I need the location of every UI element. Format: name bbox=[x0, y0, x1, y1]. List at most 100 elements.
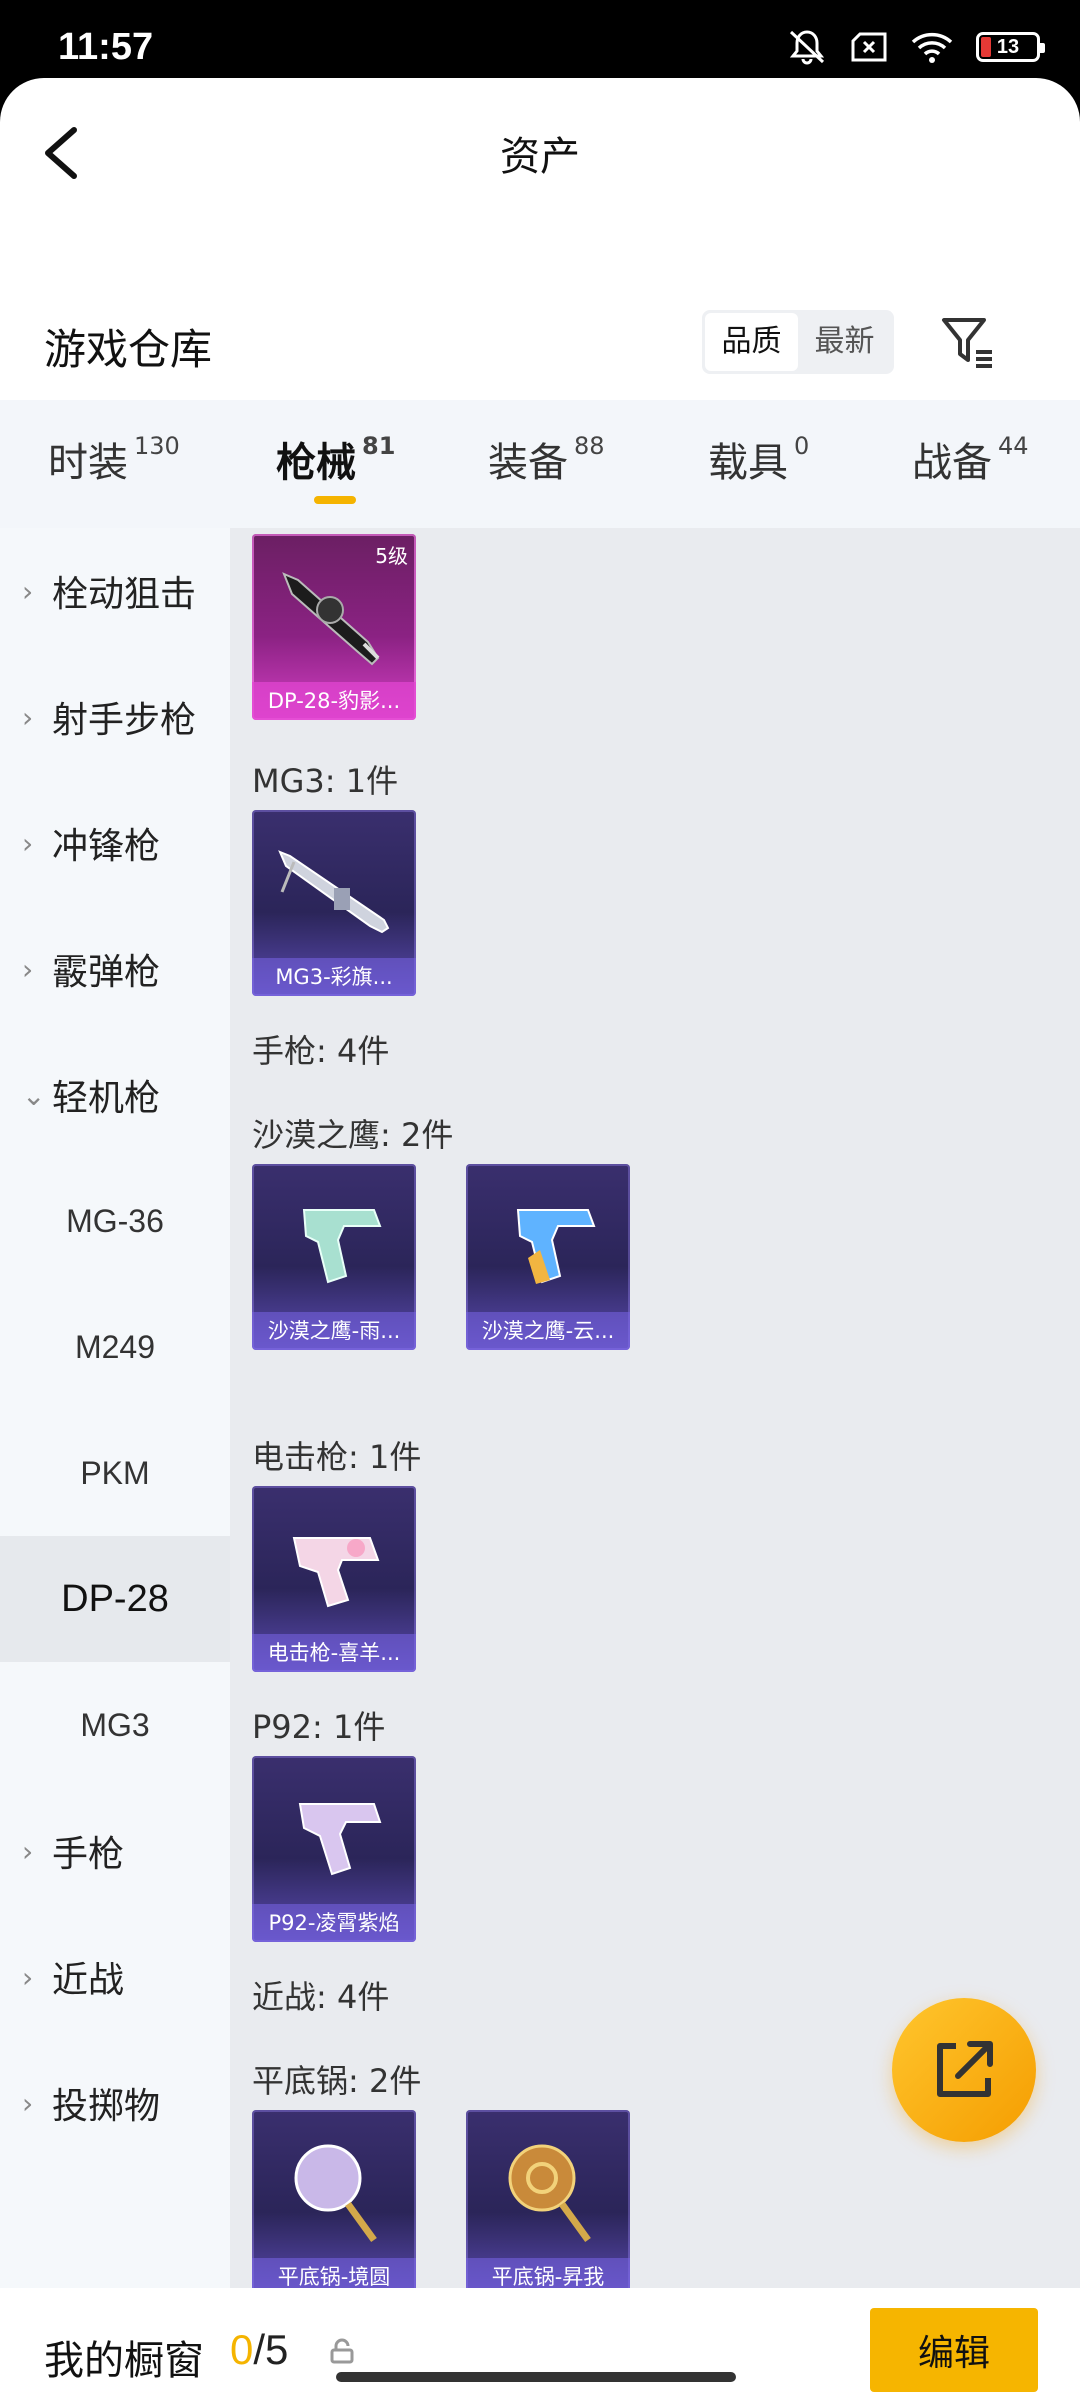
sidebar-item-shotgun[interactable]: › 霰弹枪 bbox=[0, 906, 230, 1032]
showcase-bar: 我的橱窗 0/5 编辑 bbox=[0, 2288, 1080, 2400]
chevron-right-icon: › bbox=[22, 1834, 34, 1868]
chevron-down-icon: ⌄ bbox=[22, 1078, 46, 1112]
sidebar-subitem-mg3[interactable]: MG3 bbox=[0, 1662, 230, 1788]
item-card[interactable]: 沙漠之鹰-云... bbox=[466, 1164, 630, 1350]
status-time: 11:57 bbox=[58, 26, 154, 68]
sidebar-subitem-mg36[interactable]: MG-36 bbox=[0, 1158, 230, 1284]
section-label-taser: 电击枪: 1件 bbox=[252, 1438, 422, 1476]
taser-icon bbox=[292, 1537, 380, 1608]
assets-page: 资产 游戏仓库 品质 最新 时装 130 枪械 81 装备 88 载具 0 战备 44 ›… bbox=[0, 78, 1080, 2400]
sidebar-item-marksman-rifle[interactable]: › 射手步枪 bbox=[0, 654, 230, 780]
warehouse-row: 游戏仓库 品质 最新 bbox=[0, 288, 1080, 398]
sidebar-item-smg[interactable]: › 冲锋枪 bbox=[0, 780, 230, 906]
sidebar-item-label: 轻机枪 bbox=[52, 1078, 161, 1119]
dp28-lmg-icon bbox=[282, 572, 380, 666]
sidebar-subitem-m249[interactable]: M249 bbox=[0, 1284, 230, 1410]
mg3-lmg-icon bbox=[278, 850, 390, 934]
chevron-right-icon: › bbox=[22, 700, 34, 734]
section-label-mg3: MG3: 1件 bbox=[252, 762, 399, 800]
tab-label: 枪械 bbox=[276, 440, 356, 486]
sidebar-subitem-dp28[interactable]: DP-28 bbox=[0, 1536, 230, 1662]
tab-count: 130 bbox=[134, 432, 180, 460]
tab-label: 载具 bbox=[708, 440, 788, 486]
item-name: 平底锅-昇我 bbox=[466, 2258, 630, 2288]
sidebar-item-bolt-sniper[interactable]: › 栓动狙击 bbox=[0, 528, 230, 654]
item-card[interactable]: P92-凌霄紫焰 bbox=[252, 1756, 416, 1942]
section-label-melee: 近战: 4件 bbox=[252, 1978, 390, 2016]
chevron-right-icon: › bbox=[22, 574, 34, 608]
share-fab-button[interactable] bbox=[892, 1998, 1036, 2142]
item-card[interactable]: 电击枪-喜羊... bbox=[252, 1486, 416, 1672]
tab-equipment[interactable]: 装备 88 bbox=[488, 430, 605, 488]
status-icons: 13 bbox=[786, 28, 1045, 66]
item-name: 沙漠之鹰-云... bbox=[466, 1312, 630, 1350]
page-title: 资产 bbox=[500, 134, 580, 180]
item-name: 电击枪-喜羊... bbox=[252, 1634, 416, 1672]
no-sim-icon bbox=[851, 32, 887, 62]
showcase-label: 我的橱窗 bbox=[44, 2338, 204, 2384]
sidebar-item-label: 投掷物 bbox=[52, 2086, 161, 2127]
sidebar-item-label: 手枪 bbox=[52, 1834, 125, 1875]
tab-count: 88 bbox=[574, 432, 605, 460]
desert-eagle-icon bbox=[516, 1209, 596, 1284]
item-name: 沙漠之鹰-雨... bbox=[252, 1312, 416, 1350]
tab-label: 装备 bbox=[488, 440, 568, 486]
sidebar-item-pistol[interactable]: › 手枪 bbox=[0, 1788, 230, 1914]
chevron-right-icon: › bbox=[22, 2086, 34, 2120]
item-card[interactable]: 平底锅-昇我 bbox=[466, 2110, 630, 2288]
item-card[interactable]: 平底锅-境圆 bbox=[252, 2110, 416, 2288]
wifi-icon bbox=[911, 32, 953, 63]
filter-icon bbox=[942, 318, 992, 368]
item-name: MG3-彩旗... bbox=[252, 958, 416, 996]
home-indicator[interactable] bbox=[336, 2372, 736, 2382]
tab-label: 战备 bbox=[912, 440, 992, 486]
tab-vehicles[interactable]: 载具 0 bbox=[708, 430, 809, 488]
section-label-p92: P92: 1件 bbox=[252, 1708, 386, 1746]
sidebar-item-lmg[interactable]: ⌄ 轻机枪 bbox=[0, 1032, 230, 1158]
tab-label: 时装 bbox=[48, 440, 128, 486]
sort-newest[interactable]: 最新 bbox=[798, 313, 891, 371]
sort-toggle: 品质 最新 bbox=[702, 310, 894, 374]
chevron-right-icon: › bbox=[22, 1960, 34, 1994]
sidebar-item-label: 霰弹枪 bbox=[52, 952, 161, 993]
sort-quality[interactable]: 品质 bbox=[705, 313, 798, 371]
lock-icon bbox=[330, 2338, 354, 2364]
tab-count: 44 bbox=[998, 432, 1029, 460]
section-label-pan: 平底锅: 2件 bbox=[252, 2062, 422, 2100]
sidebar-item-label: 射手步枪 bbox=[52, 700, 197, 741]
section-label-pistol: 手枪: 4件 bbox=[252, 1032, 390, 1070]
sidebar-item-throwable[interactable]: › 投掷物 bbox=[0, 2040, 230, 2166]
warehouse-title: 游戏仓库 bbox=[44, 325, 213, 374]
showcase-total-count: /5 bbox=[253, 2326, 289, 2373]
chevron-right-icon: › bbox=[22, 952, 34, 986]
tab-supplies[interactable]: 战备 44 bbox=[912, 430, 1029, 488]
tab-count: 81 bbox=[362, 432, 396, 460]
desert-eagle-icon bbox=[302, 1209, 382, 1284]
p92-pistol-icon bbox=[298, 1803, 382, 1876]
sidebar-subitem-pkm[interactable]: PKM bbox=[0, 1410, 230, 1536]
sidebar-item-label: 栓动狙击 bbox=[52, 574, 197, 615]
chevron-right-icon: › bbox=[22, 826, 34, 860]
tab-fashion[interactable]: 时装 130 bbox=[48, 430, 180, 488]
edit-button[interactable]: 编辑 bbox=[870, 2308, 1038, 2392]
section-label-desert-eagle: 沙漠之鹰: 2件 bbox=[252, 1116, 454, 1154]
filter-button[interactable] bbox=[938, 312, 998, 372]
weapon-type-sidebar: › 栓动狙击 › 射手步枪 › 冲锋枪 › 霰弹枪 ⌄ 轻机枪 MG-36 M249 PK… bbox=[0, 528, 230, 2288]
mute-icon bbox=[789, 30, 825, 65]
item-card[interactable]: 沙漠之鹰-雨... bbox=[252, 1164, 416, 1350]
battery-level: 13 bbox=[996, 36, 1020, 58]
tab-firearms[interactable]: 枪械 81 bbox=[276, 430, 395, 488]
item-card[interactable]: MG3-彩旗... bbox=[252, 810, 416, 996]
share-export-icon bbox=[937, 2041, 993, 2097]
battery-icon: 13 bbox=[976, 32, 1045, 62]
header: 资产 bbox=[0, 78, 1080, 228]
active-tab-indicator bbox=[314, 496, 356, 504]
item-name: P92-凌霄紫焰 bbox=[252, 1904, 416, 1942]
sidebar-item-label: 冲锋枪 bbox=[52, 826, 161, 867]
category-tabs: 时装 130 枪械 81 装备 88 载具 0 战备 44 bbox=[0, 400, 1080, 528]
status-bar: 11:57 13 bbox=[0, 0, 1080, 78]
tab-count: 0 bbox=[794, 432, 810, 460]
item-name: DP-28-豹影... bbox=[252, 682, 416, 720]
sidebar-item-melee[interactable]: › 近战 bbox=[0, 1914, 230, 2040]
item-card[interactable]: 5级 DP-28-豹影... bbox=[252, 534, 416, 720]
